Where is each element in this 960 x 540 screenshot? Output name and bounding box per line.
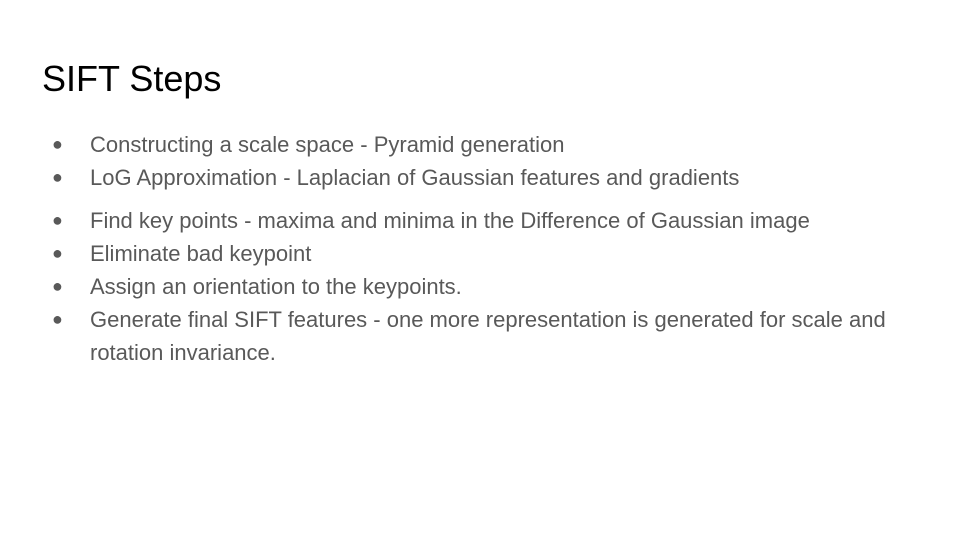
bullet-text: Eliminate bad keypoint [90,241,312,266]
slide: SIFT Steps ● Constructing a scale space … [0,0,960,540]
bullet-item: ● Generate final SIFT features - one mor… [0,303,920,369]
bullet-text: LoG Approximation - Laplacian of Gaussia… [90,165,740,190]
bullet-point-icon: ● [52,309,63,329]
bullet-point-icon: ● [52,276,63,296]
bullet-text: Find key points - maxima and minima in t… [90,208,810,233]
bullet-point-icon: ● [52,243,63,263]
slide-title: SIFT Steps [42,58,222,99]
bullet-item: ● Eliminate bad keypoint [0,237,920,270]
bullet-text: Constructing a scale space - Pyramid gen… [90,132,565,157]
bullet-item: ● LoG Approximation - Laplacian of Gauss… [0,161,920,194]
bullet-text: Generate final SIFT features - one more … [90,307,886,365]
bullet-list: ● Constructing a scale space - Pyramid g… [0,128,960,369]
bullet-text: Assign an orientation to the keypoints. [90,274,462,299]
bullet-point-icon: ● [52,210,63,230]
bullet-item: ● Constructing a scale space - Pyramid g… [0,128,920,161]
bullet-item: ● Assign an orientation to the keypoints… [0,270,920,303]
bullet-point-icon: ● [52,134,63,154]
bullet-point-icon: ● [52,167,63,187]
bullet-item: ● Find key points - maxima and minima in… [0,204,920,237]
